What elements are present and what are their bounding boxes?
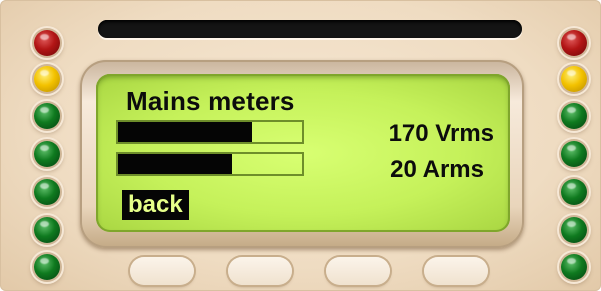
led-left-3 (34, 103, 60, 129)
led-left-2 (34, 66, 60, 92)
soft-key-4[interactable] (424, 257, 488, 285)
led-left-6 (34, 217, 60, 243)
top-slot (98, 20, 522, 38)
lcd-screen: Mains meters 170 Vrms 20 Arms back (96, 74, 510, 232)
led-right-6 (561, 217, 587, 243)
led-left-7 (34, 254, 60, 280)
led-right-3 (561, 103, 587, 129)
voltage-meter-fill (118, 122, 253, 142)
led-left-4 (34, 141, 60, 167)
led-left-1 (34, 30, 60, 56)
soft-key-2[interactable] (228, 257, 292, 285)
soft-key-3[interactable] (326, 257, 390, 285)
voltage-meter-bar (116, 120, 304, 144)
current-meter-fill (118, 154, 233, 174)
led-right-7 (561, 254, 587, 280)
voltage-readout: 170 Vrms (388, 120, 494, 147)
led-right-4 (561, 141, 587, 167)
soft-key-1[interactable] (130, 257, 194, 285)
current-meter-bar (116, 152, 304, 176)
led-right-1 (561, 30, 587, 56)
led-right-5 (561, 179, 587, 205)
screen-title: Mains meters (126, 86, 295, 116)
device-panel: Mains meters 170 Vrms 20 Arms back (0, 0, 601, 291)
current-readout: 20 Arms (390, 156, 484, 183)
back-button[interactable]: back (122, 190, 189, 220)
led-left-5 (34, 179, 60, 205)
led-right-2 (561, 66, 587, 92)
